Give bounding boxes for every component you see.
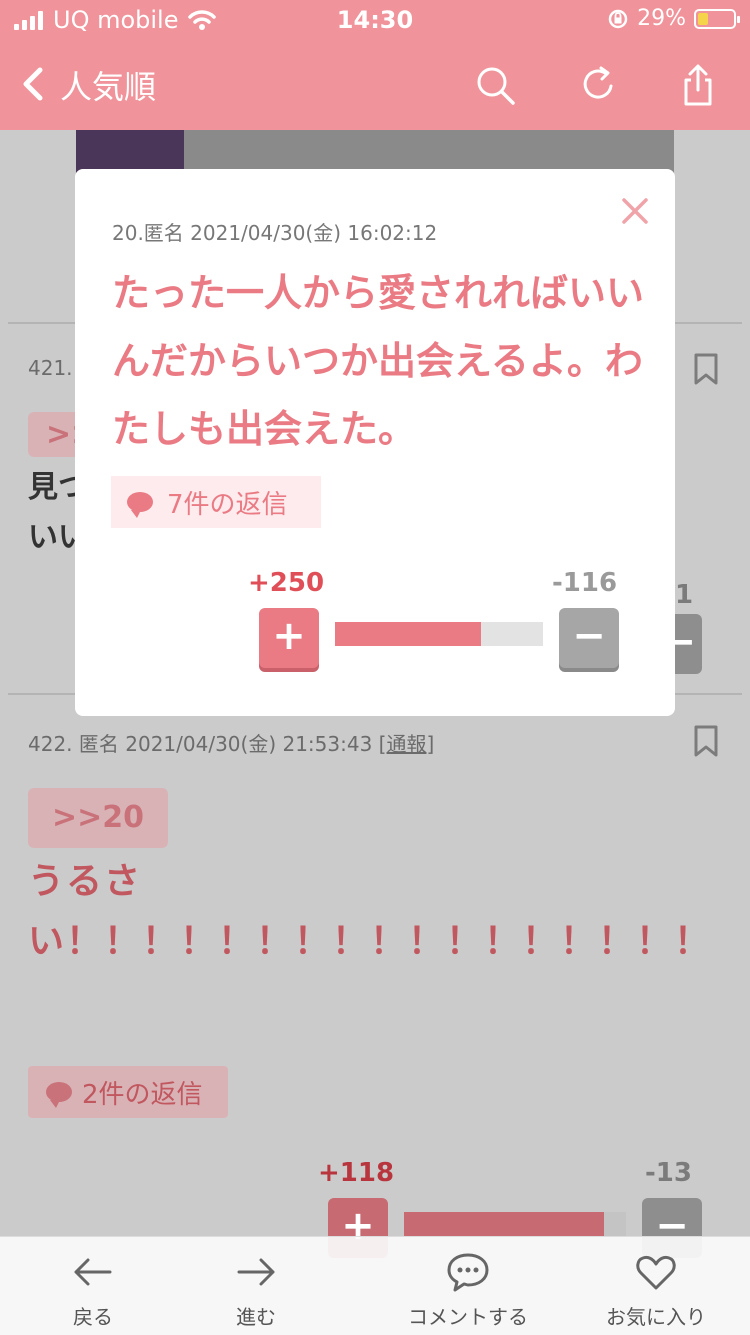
- orientation-lock-icon: [608, 9, 628, 28]
- popup-comment-text: たった一人から愛されればいいんだからいつか出会えるよ。わたしも出会えた。: [112, 271, 645, 451]
- replies-count-chip[interactable]: 2件の返信: [28, 1066, 228, 1118]
- comment-422-text: うるさい！！！！！！！！！！！！！！！！！: [28, 861, 713, 962]
- vote-ratio-fill: [404, 1212, 604, 1236]
- back-chevron-icon[interactable]: [16, 64, 56, 104]
- back-tab-label: 戻る: [73, 1305, 113, 1329]
- bookmark-icon[interactable]: [693, 353, 719, 385]
- page-title: 人気順: [60, 68, 157, 106]
- comment-422-meta: 422. 匿名 2021/04/30(金) 21:53:43 [通報]: [28, 728, 434, 757]
- comment-popup: 20.匿名 2021/04/30(金) 16:02:12 たった一人から愛されれ…: [75, 169, 675, 716]
- speech-bubble-icon: [127, 492, 153, 518]
- vote-ratio-bar: [404, 1212, 626, 1236]
- replies-count-label: 2件の返信: [82, 1079, 203, 1110]
- battery-percent: 29%: [637, 6, 686, 31]
- forward-tab-label: 進む: [236, 1305, 276, 1329]
- search-icon[interactable]: [472, 62, 518, 108]
- bottom-toolbar: 戻る 進む コメントする お気に入り: [0, 1236, 750, 1335]
- minus-count: -116: [552, 568, 618, 598]
- nav-bar: 人気順: [0, 40, 750, 130]
- status-right: 29%: [607, 6, 740, 31]
- favorite-tab[interactable]: お気に入り: [581, 1237, 731, 1335]
- bookmark-icon[interactable]: [693, 725, 719, 757]
- plus-count: +250: [248, 568, 325, 598]
- share-icon[interactable]: [675, 62, 721, 108]
- comment-421-number: 421.: [28, 356, 73, 380]
- vote-ratio-fill: [335, 622, 481, 646]
- plus-count: +118: [318, 1158, 395, 1188]
- back-tab[interactable]: 戻る: [18, 1237, 168, 1335]
- speech-bubble-icon: [46, 1082, 72, 1108]
- comment-421-minus-count: 1: [675, 580, 694, 610]
- arrow-left-icon: [74, 1258, 112, 1286]
- replies-count-label: 7件の返信: [167, 489, 288, 520]
- popup-comment-meta: 20.匿名 2021/04/30(金) 16:02:12: [112, 221, 438, 245]
- minus-count: -13: [645, 1158, 692, 1188]
- minus-button[interactable]: −: [559, 608, 619, 668]
- reply-link-chip[interactable]: >>20: [28, 788, 168, 848]
- plus-button[interactable]: +: [259, 608, 319, 668]
- battery-icon: [694, 8, 740, 29]
- replies-count-chip[interactable]: 7件の返信: [111, 476, 321, 528]
- heart-icon: [636, 1255, 676, 1290]
- comment-tab[interactable]: コメントする: [393, 1237, 543, 1335]
- comment-tab-label: コメントする: [408, 1305, 528, 1329]
- comment-bubble-icon: [447, 1253, 489, 1292]
- status-bar: UQ mobile 14:30 29%: [0, 0, 750, 40]
- arrow-right-icon: [237, 1258, 275, 1286]
- favorite-tab-label: お気に入り: [606, 1305, 706, 1329]
- report-link[interactable]: [通報]: [379, 732, 435, 756]
- refresh-icon[interactable]: [575, 62, 621, 108]
- forward-tab[interactable]: 進む: [181, 1237, 331, 1335]
- comment-meta-text: 422. 匿名 2021/04/30(金) 21:53:43: [28, 732, 373, 756]
- close-icon[interactable]: [619, 195, 651, 227]
- vote-ratio-bar: [335, 622, 543, 646]
